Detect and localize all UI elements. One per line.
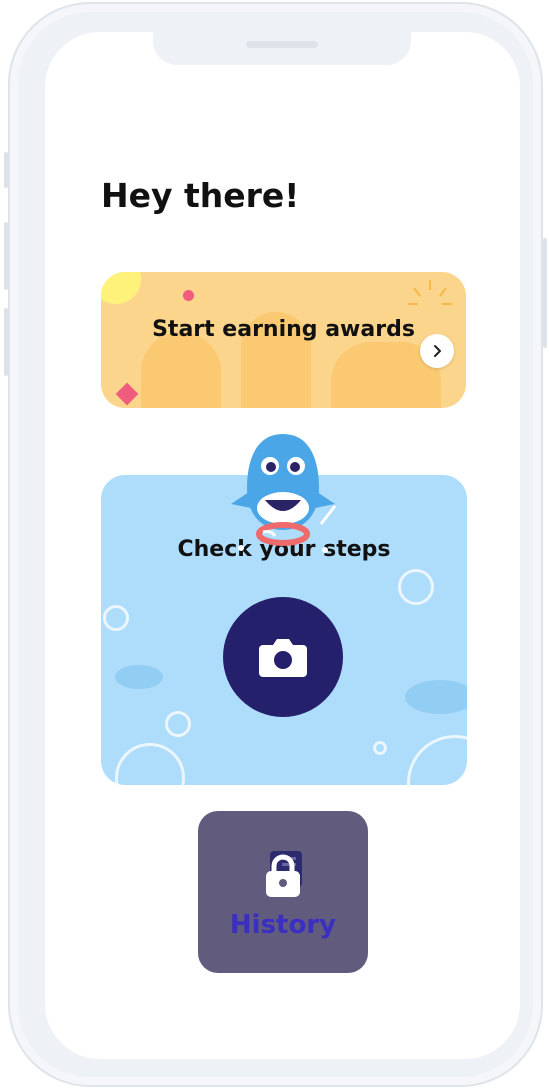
phone-frame: Hey there! Start earning awards Check yo… xyxy=(4,2,547,1087)
bubble-decoration xyxy=(398,569,434,605)
power-button xyxy=(543,238,547,348)
speaker-grille xyxy=(246,41,318,48)
camera-button[interactable] xyxy=(223,597,343,717)
mute-switch xyxy=(4,152,8,188)
awards-chevron-button[interactable] xyxy=(420,334,454,368)
start-earning-awards-card[interactable]: Start earning awards xyxy=(101,272,466,408)
bubble-decoration xyxy=(165,711,191,737)
fish-decoration xyxy=(115,665,163,689)
greeting-heading: Hey there! xyxy=(101,176,300,215)
chevron-right-icon xyxy=(434,345,441,357)
diamond-decoration xyxy=(115,382,139,406)
notch xyxy=(153,32,411,65)
awards-card-title: Start earning awards xyxy=(152,317,415,342)
dot-decoration xyxy=(183,290,194,301)
bubble-decoration xyxy=(373,741,387,755)
bubble-decoration xyxy=(115,743,185,785)
app-screen: Hey there! Start earning awards Check yo… xyxy=(45,32,520,1059)
lock-icon xyxy=(266,854,300,897)
history-tile[interactable]: History xyxy=(198,811,368,973)
volume-down-button xyxy=(4,308,8,376)
sand-shape xyxy=(141,332,221,408)
shark-mascot-icon xyxy=(231,434,337,553)
history-label: History xyxy=(229,910,337,940)
sun-decoration xyxy=(101,272,141,304)
volume-up-button xyxy=(4,222,8,290)
bubble-decoration xyxy=(407,735,467,785)
camera-icon xyxy=(259,639,307,677)
bubble-decoration xyxy=(103,605,129,631)
fish-decoration xyxy=(405,680,467,714)
